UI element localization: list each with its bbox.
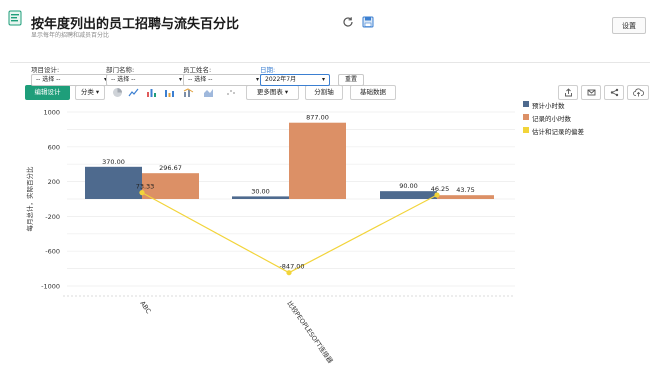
department-select-value: -- 选择 -- xyxy=(111,76,136,83)
page-subtitle: 显示每年的招聘和减员百分比 xyxy=(31,32,110,39)
chevron-down-icon: ▾ xyxy=(255,76,259,83)
filter-label-department: 部门名称: xyxy=(106,66,135,74)
deviation-point xyxy=(139,190,145,196)
legend-label-deviation: 估计和记录的偏差 xyxy=(532,128,584,136)
chevron-down-icon: ▾ xyxy=(178,76,182,83)
y-tick-label: -600 xyxy=(45,248,60,256)
date-select[interactable]: 2022年7月 ▾ xyxy=(260,74,330,86)
deviation-point xyxy=(434,192,440,198)
y-tick-label: -1000 xyxy=(41,283,60,291)
y-tick-label: 1000 xyxy=(43,109,60,117)
legend-label-recorded: 记录的小时数 xyxy=(532,115,571,123)
employee-select[interactable]: -- 选择 -- ▾ xyxy=(183,74,264,86)
filter-label-date: 日期: xyxy=(260,66,276,74)
deviation-point xyxy=(286,270,292,276)
bar xyxy=(232,196,289,199)
bar-data-label: 877.00 xyxy=(306,114,329,122)
bar-data-label: 43.75 xyxy=(456,186,475,194)
y-tick-label: 600 xyxy=(48,143,60,151)
legend-swatch-estimated xyxy=(523,101,529,107)
line-data-label: 46.25 xyxy=(431,185,450,193)
bar xyxy=(380,191,437,199)
x-category-label: 比较PEOPLESOFT连接器 xyxy=(285,299,335,365)
toolbar: 编辑设计 分类 ▾ 更多图表 ▾ 分割轴 基础数据 xyxy=(0,42,660,100)
bar-data-label: 296.67 xyxy=(159,164,182,172)
settings-button[interactable]: 设置 xyxy=(612,17,646,34)
deviation-line xyxy=(141,192,438,274)
save-icon[interactable] xyxy=(362,16,374,28)
bar xyxy=(437,195,494,199)
filter-label-employee: 员工姓名: xyxy=(183,66,212,74)
chevron-down-icon: ▾ xyxy=(321,76,325,83)
bar-data-label: 90.00 xyxy=(399,182,418,190)
y-axis-label: 每月总计，实际百分比 xyxy=(25,166,34,232)
legend-label-estimated: 预计小时数 xyxy=(532,102,565,110)
y-tick-label: -200 xyxy=(45,213,60,221)
bar-data-label: 370.00 xyxy=(102,158,125,166)
date-select-value: 2022年7月 xyxy=(265,76,297,83)
toolbar-divider xyxy=(10,62,650,63)
y-tick-label: 200 xyxy=(48,178,60,186)
line-data-label: 73.33 xyxy=(136,183,155,191)
bar xyxy=(85,166,142,199)
bar xyxy=(289,122,346,199)
line-data-label: -847.00 xyxy=(279,263,304,271)
filter-label-project: 项目设计: xyxy=(31,66,60,74)
legend-swatch-recorded xyxy=(523,114,529,120)
project-select[interactable]: -- 选择 -- ▾ xyxy=(31,74,112,86)
project-select-value: -- 选择 -- xyxy=(36,76,61,83)
legend-swatch-deviation xyxy=(523,127,529,133)
title-bar: 按年度列出的员工招聘与流失百分比 显示每年的招聘和减员百分比 设置 xyxy=(0,0,660,42)
department-select[interactable]: -- 选择 -- ▾ xyxy=(106,74,187,86)
employee-select-value: -- 选择 -- xyxy=(188,76,213,83)
bar-data-label: 30.00 xyxy=(251,187,270,195)
reset-button[interactable]: 重置 xyxy=(338,74,364,86)
report-icon xyxy=(8,10,22,26)
refresh-icon[interactable] xyxy=(342,16,354,28)
x-category-label: ABC xyxy=(138,300,152,316)
